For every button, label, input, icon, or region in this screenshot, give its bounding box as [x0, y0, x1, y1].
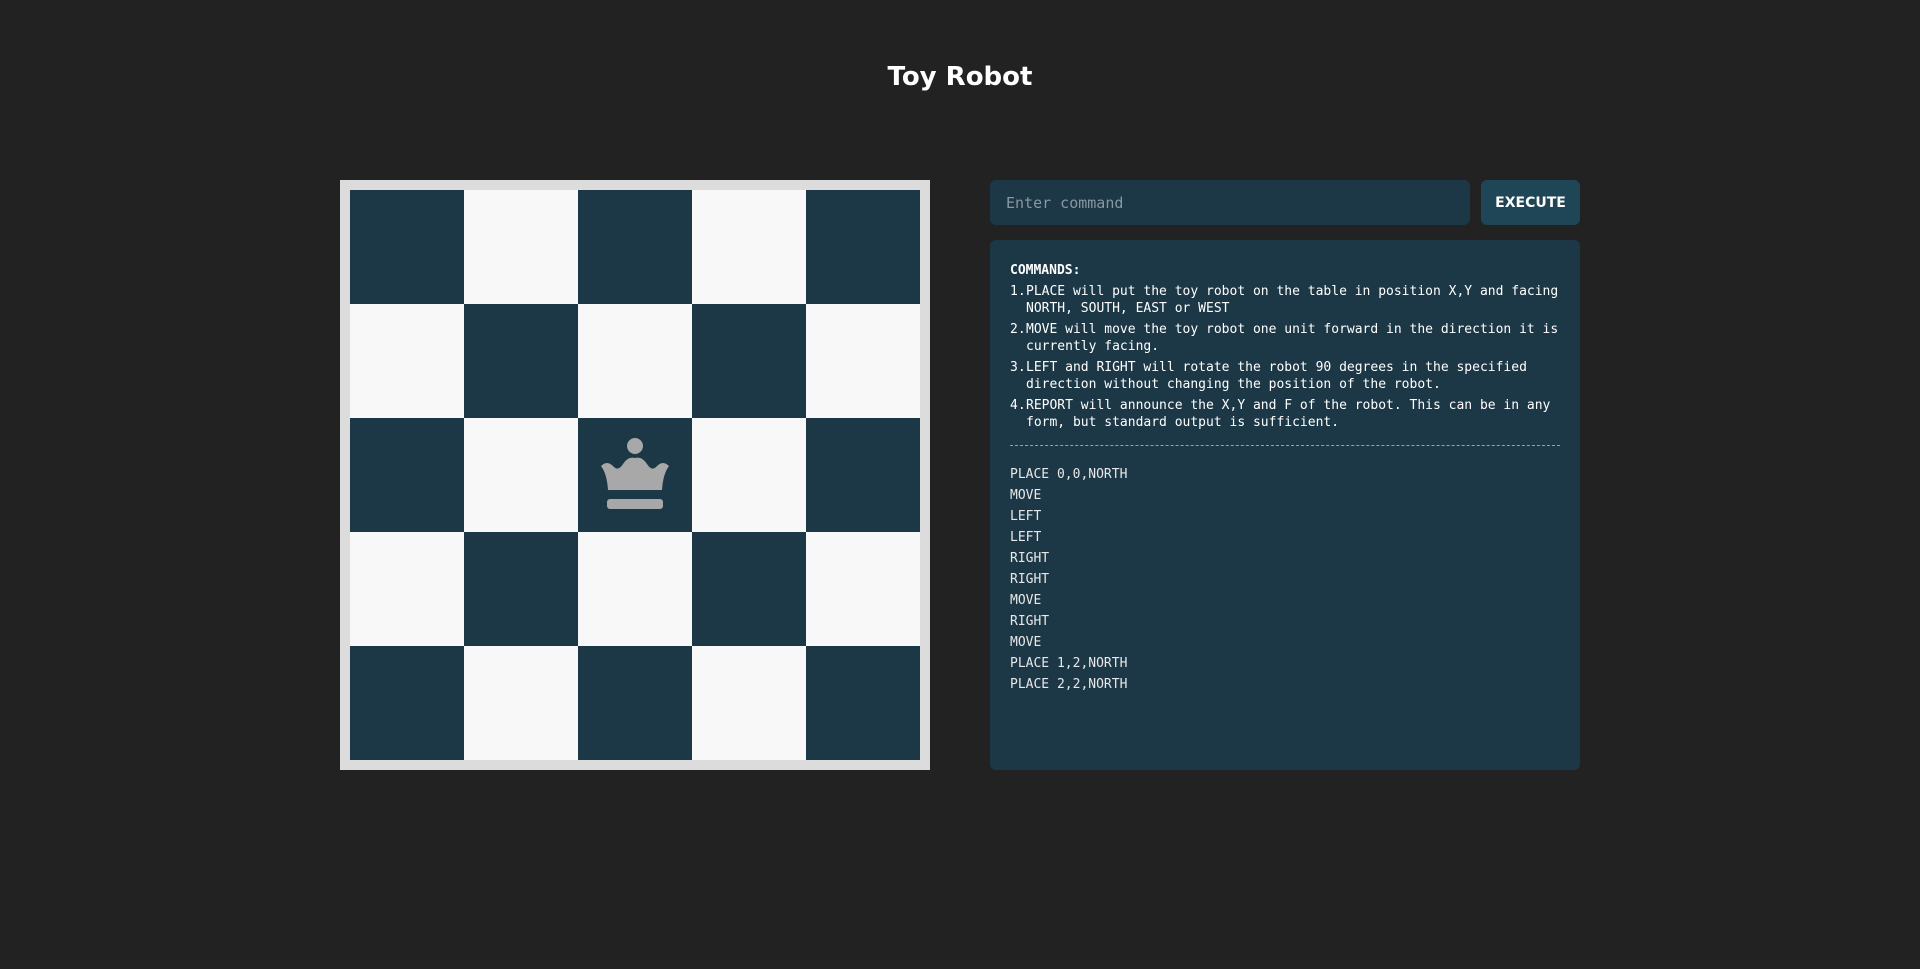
board-cell: [692, 532, 806, 646]
history-line: PLACE 1,2,NORTH: [1010, 656, 1128, 671]
board-cell: [692, 190, 806, 304]
command-help-number: 2.: [1010, 322, 1026, 337]
board-cell: [350, 532, 464, 646]
board-cell: [692, 304, 806, 418]
board-frame: [340, 180, 930, 770]
board-cell: [464, 418, 578, 532]
history-line: LEFT: [1010, 509, 1042, 524]
chess-board: [350, 190, 920, 760]
board-cell: [692, 418, 806, 532]
board-cell: [350, 304, 464, 418]
board-cell: [350, 418, 464, 532]
commands-heading: COMMANDS:: [1010, 263, 1081, 278]
history-line: RIGHT: [1010, 551, 1050, 566]
command-help-number: 3.: [1010, 360, 1026, 375]
board-cell: [806, 418, 920, 532]
command-input[interactable]: [990, 180, 1470, 225]
board-cell: [578, 304, 692, 418]
console-divider: [1010, 445, 1560, 446]
board-cell: [464, 646, 578, 760]
queen-chess-icon: [601, 438, 669, 509]
board-cell: [578, 646, 692, 760]
command-help-item: 1. PLACE will put the toy robot on the ta…: [1010, 283, 1560, 317]
board-cell: [464, 190, 578, 304]
console-panel: COMMANDS: 1. PLACE will put the toy robot…: [990, 240, 1580, 770]
history-line: MOVE: [1010, 488, 1042, 503]
page-title: Toy Robot: [887, 62, 1033, 92]
history-line: RIGHT: [1010, 614, 1050, 629]
history-line: PLACE 2,2,NORTH: [1010, 677, 1128, 692]
board-cell: [350, 646, 464, 760]
board-cell: [578, 532, 692, 646]
command-history: PLACE 0,0,NORTH MOVE LEFT LEFT RIGHT RIGHT MOV…: [1010, 464, 1560, 695]
command-help-item: 3. LEFT and RIGHT will rotate the robot 9…: [1010, 359, 1560, 393]
board-cell: [806, 304, 920, 418]
board-cell: [464, 532, 578, 646]
command-help-number: 4.: [1010, 398, 1026, 413]
board-cell: [578, 418, 692, 532]
history-line: LEFT: [1010, 530, 1042, 545]
command-help-text: LEFT and RIGHT will rotate the robot 90 …: [1026, 360, 1527, 392]
board-cell: [578, 190, 692, 304]
history-line: RIGHT: [1010, 572, 1050, 587]
board-cell: [806, 190, 920, 304]
board-cell: [806, 532, 920, 646]
history-line: MOVE: [1010, 635, 1042, 650]
execute-button[interactable]: EXECUTE: [1481, 180, 1580, 225]
command-help-number: 1.: [1010, 284, 1026, 299]
command-help-text: MOVE will move the toy robot one unit fo…: [1026, 322, 1559, 354]
history-line: PLACE 0,0,NORTH: [1010, 467, 1128, 482]
board-cell: [692, 646, 806, 760]
command-help-text: PLACE will put the toy robot on the tabl…: [1026, 284, 1559, 316]
history-line: MOVE: [1010, 593, 1042, 608]
command-help-item: 4. REPORT will announce the X,Y and F of …: [1010, 397, 1560, 431]
board-cell: [464, 304, 578, 418]
command-help-item: 2. MOVE will move the toy robot one unit …: [1010, 321, 1560, 355]
command-help-text: REPORT will announce the X,Y and F of th…: [1026, 398, 1551, 430]
board-cell: [806, 646, 920, 760]
board-cell: [350, 190, 464, 304]
commands-list: 1. PLACE will put the toy robot on the ta…: [1010, 283, 1560, 431]
